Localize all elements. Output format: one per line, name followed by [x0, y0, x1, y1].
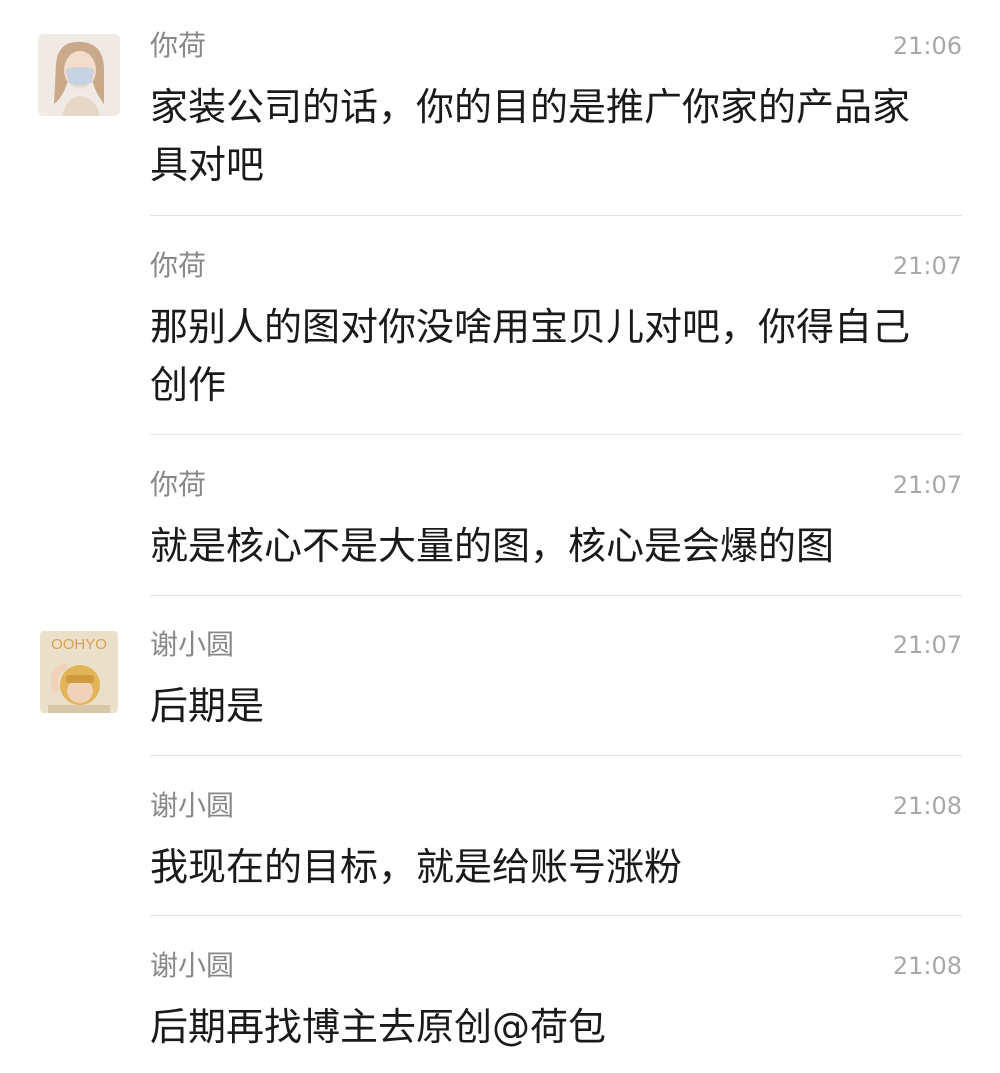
sender-name: 谢小圆	[150, 628, 235, 661]
avatar-nihe[interactable]	[38, 34, 120, 116]
avatar-xiexiaoyuan[interactable]: OOHYO	[40, 631, 118, 713]
message-time: 21:07	[892, 631, 962, 659]
message-time: 21:07	[892, 252, 962, 280]
sender-name: 你荷	[150, 249, 207, 282]
chat-message[interactable]: 你荷 21:06 家装公司的话，你的目的是推广你家的产品家具对吧	[0, 30, 1000, 216]
message-divider	[150, 755, 962, 756]
message-text[interactable]: 就是核心不是大量的图，核心是会爆的图	[150, 517, 940, 575]
message-divider	[150, 915, 962, 916]
chat-message[interactable]: OOHYO 谢小圆 21:07 后期是	[0, 629, 1000, 755]
message-time: 21:07	[892, 471, 962, 499]
message-time: 21:08	[892, 792, 962, 820]
message-time: 21:08	[892, 952, 962, 980]
message-text[interactable]: 我现在的目标，就是给账号涨粉	[150, 838, 940, 896]
message-text[interactable]: 后期再找博主去原创@荷包	[150, 998, 940, 1056]
chat-message[interactable]: 你荷 21:07 就是核心不是大量的图，核心是会爆的图	[0, 469, 1000, 595]
chat-message-list: 你荷 21:06 家装公司的话，你的目的是推广你家的产品家具对吧 你荷 21:0…	[0, 0, 1000, 1073]
chat-message[interactable]: 你荷 21:07 那别人的图对你没啥用宝贝儿对吧，你得自己创作	[0, 250, 1000, 436]
sender-name: 你荷	[150, 468, 207, 501]
message-text[interactable]: 那别人的图对你没啥用宝贝儿对吧，你得自己创作	[150, 298, 940, 414]
sender-name: 你荷	[150, 29, 207, 62]
message-divider	[150, 434, 962, 435]
chat-message[interactable]: 谢小圆 21:08 我现在的目标，就是给账号涨粉	[0, 790, 1000, 916]
sender-name: 谢小圆	[150, 789, 235, 822]
sender-name: 谢小圆	[150, 949, 235, 982]
chat-message[interactable]: 谢小圆 21:08 后期再找博主去原创@荷包	[0, 950, 1000, 1073]
message-divider	[150, 595, 962, 596]
avatar-photo-icon: OOHYO	[40, 631, 118, 713]
message-text[interactable]: 后期是	[150, 677, 940, 735]
message-time: 21:06	[892, 32, 962, 60]
avatar-logo-text: OOHYO	[51, 636, 107, 653]
message-divider	[150, 215, 962, 216]
message-text[interactable]: 家装公司的话，你的目的是推广你家的产品家具对吧	[150, 78, 940, 194]
avatar-photo-icon	[38, 34, 120, 116]
